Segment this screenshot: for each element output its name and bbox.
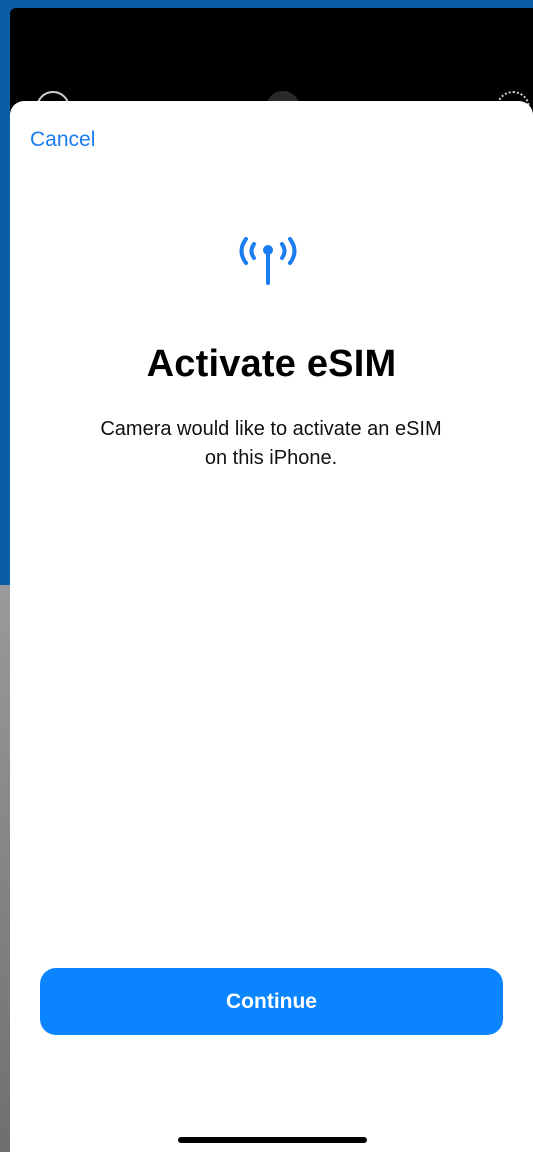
description-text: Camera would like to activate an eSIM on… bbox=[100, 418, 442, 469]
home-indicator bbox=[178, 1137, 367, 1143]
activate-esim-sheet: Cancel Activate eSIM Camera would like t… bbox=[10, 101, 533, 1152]
continue-button[interactable]: Continue bbox=[40, 968, 503, 1035]
page-title: Activate eSIM bbox=[146, 343, 397, 385]
frame-edge bbox=[0, 585, 10, 1152]
cancel-button[interactable]: Cancel bbox=[30, 128, 95, 152]
antenna-radiowaves-icon bbox=[239, 237, 297, 285]
